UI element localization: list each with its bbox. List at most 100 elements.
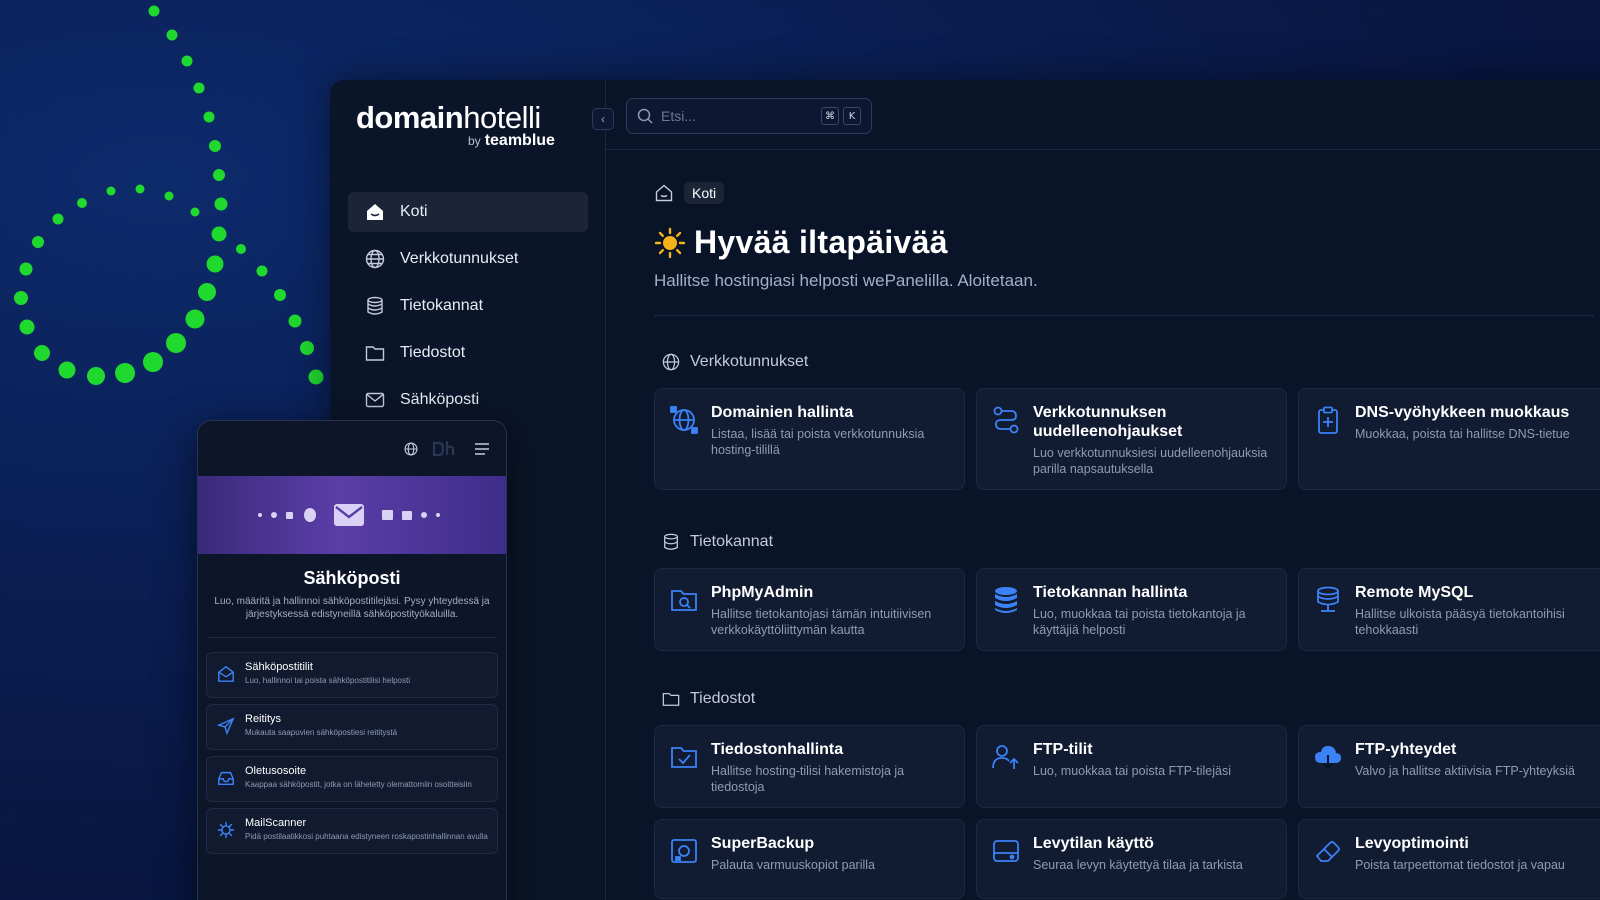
card-domainien-hallinta[interactable]: Domainien hallinta Listaa, lisää tai poi…: [654, 388, 965, 490]
card-ftp-yhteydet[interactable]: FTP-yhteydet Valvo ja hallitse aktiivisi…: [1298, 725, 1600, 808]
divider: [654, 315, 1594, 316]
sidebar-item-label: Koti: [400, 203, 428, 220]
folder-icon: [364, 342, 386, 364]
send-icon: [217, 717, 235, 735]
sidebar-item-label: Sähköposti: [400, 391, 480, 408]
breadcrumb-current[interactable]: Koti: [684, 182, 725, 204]
backup-icon: [671, 839, 697, 863]
section-title: Tietokannat: [690, 533, 774, 550]
page-subtitle: Hallitse hostingiasi helposti wePanelill…: [654, 271, 1038, 290]
database-icon: [364, 295, 386, 317]
card-description: Luo verkkotunnuksiesi uudelleenohjauksia…: [1033, 446, 1268, 476]
section-tietokannat: Tietokannat PhpMyAdmin Hallitse tietokan…: [654, 530, 1600, 651]
users-upload-icon: [992, 745, 1019, 769]
inbox-icon: [218, 771, 234, 786]
list-item[interactable]: Sähköpostitilit Luo, hallinnoi tai poist…: [206, 652, 498, 698]
mobile-section-title: Sähköposti: [303, 568, 401, 588]
card-uudelleenohjaukset[interactable]: Verkkotunnuksen uudelleenohjaukset Luo v…: [976, 388, 1287, 490]
card-levyoptimointi[interactable]: Levyoptimointi Poista tarpeettomat tiedo…: [1298, 819, 1600, 899]
sidebar-nav: Koti Verkkotunnukset Tietokannat Tiedost…: [348, 192, 588, 427]
topbar: ⌘ K: [606, 80, 1600, 150]
card-phpmyadmin[interactable]: PhpMyAdmin Hallitse tietokantojasi tämän…: [654, 568, 965, 651]
card-description: Luo, muokkaa tai poista tietokantoja ja …: [1033, 607, 1246, 637]
card-title: Tietokannan hallinta: [1033, 584, 1188, 601]
eraser-icon: [1315, 841, 1340, 862]
globe-icon[interactable]: [404, 441, 418, 456]
page-title: Hyvää iltapäivää: [694, 224, 948, 260]
decorative-dot-spiral: [14, 5, 324, 385]
card-tiedostonhallinta[interactable]: Tiedostonhallinta Hallitse hosting-tilis…: [654, 725, 965, 808]
card-description: Poista tarpeettomat tiedostot ja vapau: [1355, 858, 1565, 872]
card-description: Listaa, lisää tai poista verkkotunnuksia…: [711, 427, 925, 457]
folder-search-icon: [671, 590, 697, 611]
home-icon[interactable]: [654, 183, 674, 203]
list-item-description: Pidä postilaatikkosi puhtaana edistyneen…: [245, 832, 488, 841]
database-icon: [662, 532, 682, 552]
mobile-topbar: [198, 421, 506, 476]
mail-open-icon: [218, 665, 234, 682]
clipboard-plus-icon: [1318, 406, 1338, 434]
card-description: Hallitse ulkoista pääsyä tietokantoihisi…: [1355, 607, 1565, 637]
card-description: Valvo ja hallitse aktiivisia FTP-yhteyks…: [1355, 764, 1575, 778]
search-input[interactable]: [661, 108, 811, 124]
desktop-app-window: domainhotelli by teamblue Koti Verkkotunn…: [330, 80, 1600, 900]
card-title: Levyoptimointi: [1355, 835, 1469, 852]
cloud-download-icon: [1315, 746, 1341, 770]
sidebar-item-tiedostot[interactable]: Tiedostot: [348, 333, 588, 373]
main-content: Koti Hyvää iltapäivää Hallitse hostingia…: [654, 180, 1600, 899]
shortcut-cmd-key: ⌘: [821, 107, 839, 125]
card-remote-mysql[interactable]: Remote MySQL Hallitse ulkoista pääsyä ti…: [1298, 568, 1600, 651]
list-item[interactable]: MailScanner Pidä postilaatikkosi puhtaan…: [206, 808, 498, 854]
disk-icon: [993, 840, 1019, 862]
card-title: Remote MySQL: [1355, 584, 1474, 601]
breadcrumb: Koti: [654, 180, 1600, 206]
decorative-service-icons: [258, 504, 440, 526]
sidebar-item-tietokannat[interactable]: Tietokannat: [348, 286, 588, 326]
list-item[interactable]: Reititys Mukauta saapuvien sähköpostiesi…: [206, 704, 498, 750]
card-title: FTP-tilit: [1033, 741, 1093, 758]
mobile-app-preview: Sähköposti Luo, määritä ja hallinnoi säh…: [197, 420, 507, 900]
virus-icon: [217, 821, 235, 839]
shortcut-k-key: K: [843, 107, 861, 125]
sidebar-item-label: Verkkotunnukset: [400, 250, 519, 267]
card-title: FTP-yhteydet: [1355, 741, 1457, 758]
card-levytilan-kaytto[interactable]: Levytilan käyttö Seuraa levyn käytettyä …: [976, 819, 1287, 899]
folder-icon: [662, 689, 682, 709]
card-title: DNS-vyöhykkeen muokkaus: [1355, 404, 1570, 421]
card-description: Seuraa levyn käytettyä tilaa ja tarkista: [1033, 858, 1243, 872]
card-tietokannan-hallinta[interactable]: Tietokannan hallinta Luo, muokkaa tai po…: [976, 568, 1287, 651]
globe-icon: [662, 352, 682, 372]
sidebar-item-verkkotunnukset[interactable]: Verkkotunnukset: [348, 239, 588, 279]
card-superbackup[interactable]: SuperBackup Palauta varmuuskopiot parill…: [654, 819, 965, 899]
list-item-description: Kaappaa sähköpostit, jotka on lähetetty …: [245, 780, 472, 789]
list-item-description: Mukauta saapuvien sähköpostiesi reititys…: [245, 728, 398, 737]
card-description: Luo, muokkaa tai poista FTP-tilejäsi: [1033, 764, 1232, 778]
mobile-list: Sähköpostitilit Luo, hallinnoi tai poist…: [198, 638, 506, 854]
card-dns-vyohyke[interactable]: DNS-vyöhykkeen muokkaus Muokkaa, poista …: [1298, 388, 1600, 490]
sidebar-item-label: Tietokannat: [400, 297, 484, 314]
card-description: Hallitse hosting-tilisi hakemistoja ja t…: [711, 764, 905, 794]
card-title: PhpMyAdmin: [711, 584, 814, 601]
sidebar-item-sahkoposti[interactable]: Sähköposti: [348, 380, 588, 420]
section-title: Verkkotunnukset: [690, 353, 809, 370]
card-description: Hallitse tietokantojasi tämän intuitiivi…: [711, 607, 932, 637]
logo-mark-icon: [432, 440, 455, 456]
sidebar-item-koti[interactable]: Koti: [348, 192, 588, 232]
folder-check-icon: [671, 747, 697, 768]
globe-icon: [364, 248, 386, 270]
mail-icon: [364, 389, 386, 411]
section-title: Tiedostot: [690, 690, 756, 707]
card-title: Domainien hallinta: [711, 404, 854, 421]
brand-logo[interactable]: domainhotelli by teamblue: [356, 100, 555, 149]
card-description: Muokkaa, poista tai hallitse DNS-tietue: [1355, 427, 1570, 441]
search-icon: [637, 108, 653, 124]
redirect-icon: [993, 406, 1019, 434]
search-box[interactable]: ⌘ K: [626, 98, 872, 134]
section-tiedostot: Tiedostot Tiedostonhallinta Hallitse hos…: [654, 687, 1600, 899]
card-title: SuperBackup: [711, 835, 815, 852]
hamburger-menu-icon[interactable]: [474, 442, 490, 456]
network-globe-icon: [670, 406, 698, 434]
sun-icon: [654, 227, 686, 258]
list-item[interactable]: Oletusosoite Kaappaa sähköpostit, jotka …: [206, 756, 498, 802]
card-ftp-tilit[interactable]: FTP-tilit Luo, muokkaa tai poista FTP-ti…: [976, 725, 1287, 808]
